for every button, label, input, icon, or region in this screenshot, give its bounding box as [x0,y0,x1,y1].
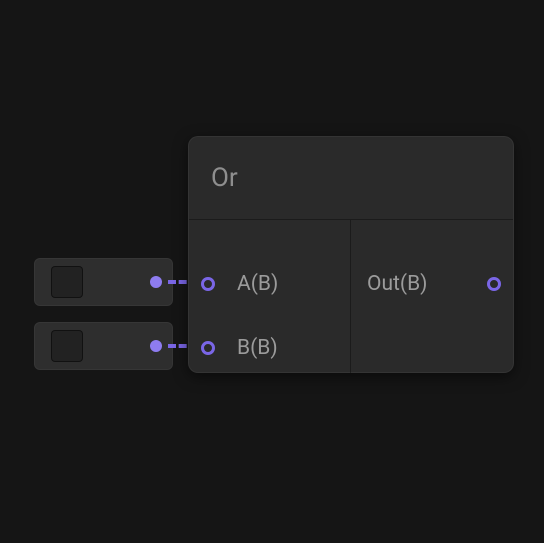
input-widget-a[interactable] [34,258,173,306]
input-row-a[interactable]: A(B) [189,268,350,300]
node-outputs-column: Out(B) [351,220,513,373]
node-inputs-column: A(B) B(B) [189,220,351,373]
node-graph-canvas[interactable]: Or A(B) B(B) Out(B) [0,0,544,543]
input-port-icon[interactable] [201,341,215,355]
input-row-b[interactable]: B(B) [189,332,350,364]
input-port-icon[interactable] [201,277,215,291]
input-label-a: A(B) [237,272,334,296]
output-port-icon[interactable] [487,277,501,291]
node-body: A(B) B(B) Out(B) [189,220,513,373]
input-widget-b[interactable] [34,322,173,370]
node-header[interactable]: Or [189,137,513,220]
or-node[interactable]: Or A(B) B(B) Out(B) [188,136,514,373]
input-label-b: B(B) [237,336,334,360]
output-port-icon[interactable] [150,340,162,352]
output-port-icon[interactable] [150,276,162,288]
node-title: Or [211,163,238,193]
checkbox-a[interactable] [51,266,83,298]
output-row[interactable]: Out(B) [351,268,513,300]
output-label: Out(B) [367,272,465,296]
checkbox-b[interactable] [51,330,83,362]
